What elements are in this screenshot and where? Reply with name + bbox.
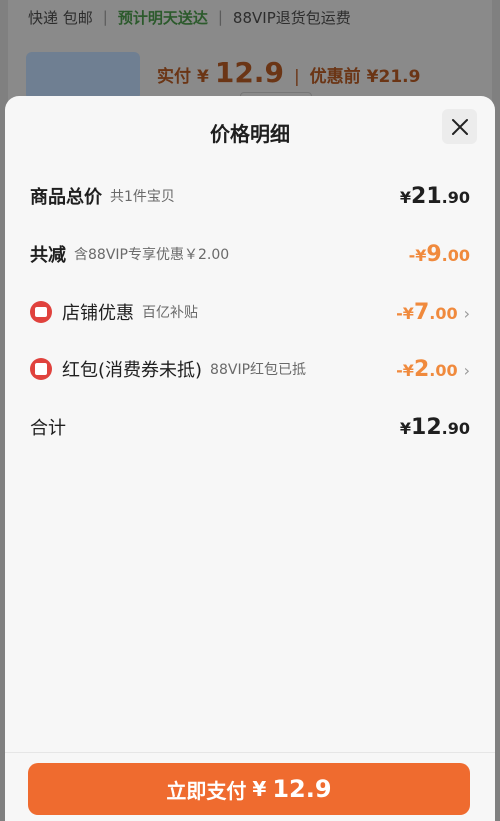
- row-amount: -¥ 7 .00 ›: [396, 300, 470, 325]
- row-store-discount[interactable]: 店铺优惠 百亿补贴 -¥ 7 .00 ›: [30, 297, 470, 327]
- row-label: 共减: [30, 245, 66, 266]
- row-sub: 共1件宝贝: [110, 189, 175, 205]
- row-amount: ¥ 12 .90: [400, 415, 470, 440]
- store-coupon-icon: [30, 301, 52, 323]
- row-goods-total: 商品总价 共1件宝贝 ¥ 21 .90: [30, 181, 470, 211]
- price-paid-value: 12.9: [214, 56, 284, 89]
- row-amount: ¥ 21 .90: [400, 184, 470, 209]
- amount-int: 12: [411, 414, 442, 440]
- product-thumbnail: [26, 52, 140, 100]
- row-sub: 88VIP红包已抵: [210, 362, 307, 378]
- shipping-info: 快递 包邮 | 预计明天送达 | 88VIP退货包运费: [28, 6, 351, 28]
- pay-now-button[interactable]: 立即支付 ¥ 12.9: [28, 763, 470, 815]
- currency: -¥: [408, 245, 427, 265]
- divider: |: [102, 8, 108, 26]
- row-red-packet[interactable]: 红包(消费券未抵) 88VIP红包已抵 -¥ 2 .00 ›: [30, 354, 470, 384]
- price-before-value: ¥21.9: [366, 67, 421, 87]
- row-grand-total: 合计 ¥ 12 .90: [30, 412, 470, 442]
- currency: ¥: [399, 418, 412, 438]
- delivery-promo: 预计明天送达: [117, 8, 208, 27]
- chevron-right-icon: ›: [463, 360, 470, 380]
- pay-amount: 12.9: [272, 775, 332, 803]
- amount-int: 7: [413, 299, 430, 325]
- row-amount: -¥ 9 .00: [409, 242, 470, 267]
- price-paid-currency: ¥: [197, 67, 209, 87]
- return-text: 88VIP退货包运费: [232, 8, 351, 27]
- currency: -¥: [396, 360, 414, 380]
- currency: ¥: [399, 187, 412, 207]
- pay-currency: ¥: [252, 777, 267, 801]
- amount-int: 9: [426, 241, 442, 267]
- row-sub: 含88VIP专享优惠￥2.00: [74, 247, 230, 263]
- close-icon: [451, 118, 468, 135]
- pay-label: 立即支付: [166, 778, 247, 803]
- close-button[interactable]: [442, 109, 477, 144]
- amount-dec: .90: [441, 418, 470, 438]
- amount-dec: .90: [441, 187, 470, 207]
- amount-dec: .00: [441, 245, 470, 265]
- divider: |: [293, 67, 300, 87]
- chevron-right-icon: ›: [463, 303, 470, 323]
- amount-int: 2: [413, 356, 430, 382]
- price-detail-sheet: 价格明细 商品总价 共1件宝贝 ¥ 21 .90 共减 含88VIP专享优惠￥2…: [5, 96, 495, 821]
- row-label: 店铺优惠: [62, 303, 134, 324]
- sheet-title: 价格明细: [210, 122, 290, 146]
- background-price: 实付 ¥ 12.9 | 优惠前 ¥21.9: [157, 56, 420, 89]
- divider: |: [217, 8, 223, 26]
- row-label: 红包(消费券未抵): [62, 360, 203, 381]
- currency: -¥: [396, 303, 414, 323]
- footer-divider: [5, 752, 495, 753]
- red-packet-icon: [30, 358, 52, 380]
- row-label: 合计: [30, 418, 66, 439]
- amount-int: 21: [411, 183, 442, 209]
- row-total-discount: 共减 含88VIP专享优惠￥2.00 -¥ 9 .00: [30, 239, 470, 269]
- shipping-text: 快递 包邮: [28, 8, 93, 27]
- amount-dec: .00: [429, 360, 458, 380]
- row-amount: -¥ 2 .00 ›: [396, 357, 470, 382]
- amount-dec: .00: [429, 303, 458, 323]
- row-sub: 百亿补贴: [142, 305, 198, 321]
- price-before-label: 优惠前: [309, 67, 361, 87]
- price-paid-label: 实付: [157, 67, 191, 87]
- row-label: 商品总价: [30, 187, 102, 208]
